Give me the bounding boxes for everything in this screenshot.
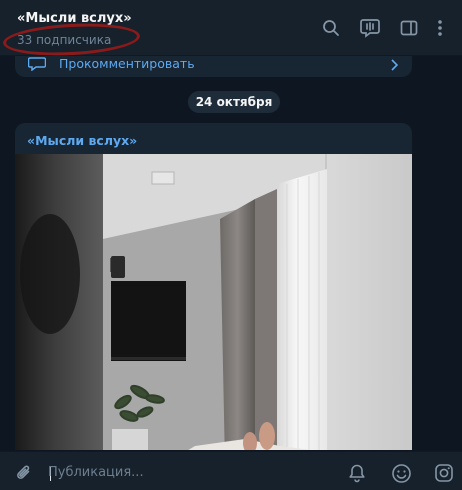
chevron-right-icon	[390, 56, 399, 75]
emoji-icon[interactable]	[390, 462, 412, 484]
comment-label: Прокомментировать	[59, 56, 195, 71]
channel-post: «Мысли вслух»	[15, 123, 412, 450]
message-composer	[0, 451, 462, 490]
post-photo[interactable]	[15, 154, 412, 450]
more-vert-icon[interactable]	[432, 17, 448, 39]
live-stream-icon[interactable]	[359, 17, 381, 39]
post-author[interactable]: «Мысли вслух»	[27, 133, 137, 148]
comment-button[interactable]: Прокомментировать	[15, 56, 412, 77]
sidebar-toggle-icon[interactable]	[398, 17, 420, 39]
message-input[interactable]	[48, 459, 328, 485]
red-annotation-circle	[2, 20, 141, 59]
search-icon[interactable]	[320, 17, 342, 39]
comment-icon	[27, 56, 47, 72]
message-feed[interactable]: Прокомментировать 24 октября «Мысли вслу…	[0, 56, 462, 450]
previous-post-bubble: Прокомментировать	[15, 56, 412, 77]
bell-icon[interactable]	[346, 462, 368, 484]
attach-icon[interactable]	[13, 462, 35, 484]
date-separator: 24 октября	[188, 91, 280, 113]
chat-header: «Мысли вслух» 33 подписчика	[0, 0, 462, 59]
instagram-icon[interactable]	[433, 462, 455, 484]
